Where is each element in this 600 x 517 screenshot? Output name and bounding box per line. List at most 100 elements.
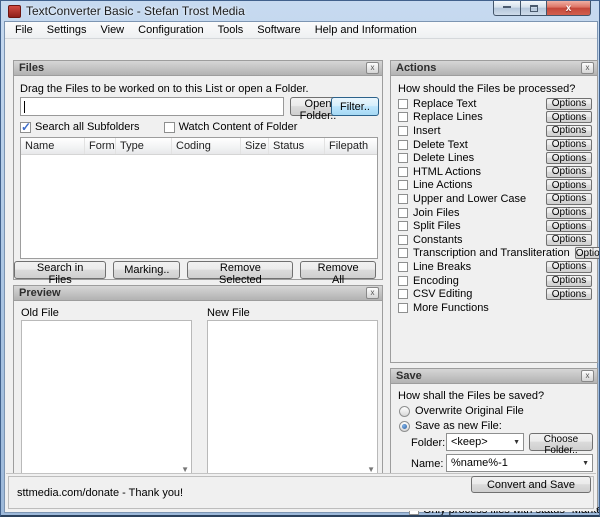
- actions-question: How should the Files be processed?: [398, 83, 576, 95]
- action-checkbox[interactable]: [398, 180, 408, 191]
- maximize-button[interactable]: [521, 1, 547, 16]
- action-row-delete-text: Delete Text Options: [398, 138, 592, 152]
- remove-all-button[interactable]: Remove All: [300, 261, 376, 286]
- files-panel: Files x Drag the Files to be worked on t…: [13, 60, 383, 286]
- remove-selected-button[interactable]: Remove Selected: [187, 261, 294, 286]
- action-checkbox[interactable]: [398, 302, 408, 313]
- options-button[interactable]: Options: [546, 111, 592, 124]
- search-subfolders-checkbox[interactable]: Search all Subfolders: [20, 120, 140, 134]
- menubar: File Settings View Configuration Tools S…: [5, 22, 597, 39]
- files-table[interactable]: Name Format Type Coding Size Status File…: [20, 137, 378, 259]
- action-row-split-files: Split Files Options: [398, 219, 592, 233]
- action-checkbox[interactable]: [398, 112, 408, 123]
- action-checkbox[interactable]: [398, 166, 408, 177]
- options-button[interactable]: Options: [546, 233, 592, 246]
- files-panel-title: Files: [19, 62, 45, 74]
- column-header-size[interactable]: Size: [241, 138, 269, 154]
- action-label: More Functions: [413, 301, 489, 314]
- preview-panel-header: Preview x: [14, 286, 382, 301]
- files-panel-close-icon[interactable]: x: [366, 62, 379, 74]
- old-file-textarea[interactable]: ▼: [21, 320, 192, 476]
- options-button[interactable]: Options: [574, 247, 599, 260]
- menu-view[interactable]: View: [93, 23, 131, 37]
- search-in-files-button[interactable]: Search in Files: [14, 261, 107, 286]
- action-checkbox[interactable]: [398, 234, 408, 245]
- action-checkbox[interactable]: [398, 221, 408, 232]
- options-button[interactable]: Options: [546, 274, 592, 287]
- action-checkbox[interactable]: [398, 289, 408, 300]
- watch-content-checkbox[interactable]: Watch Content of Folder: [163, 121, 297, 133]
- menu-tools[interactable]: Tools: [211, 23, 251, 37]
- files-instruction: Drag the Files to be worked on to this L…: [20, 83, 309, 95]
- action-row-delete-lines: Delete Lines Options: [398, 151, 592, 165]
- checkbox-icon: [20, 120, 31, 134]
- action-checkbox[interactable]: [398, 207, 408, 218]
- menu-software[interactable]: Software: [250, 23, 307, 37]
- action-label: Delete Text: [413, 138, 468, 151]
- menu-settings[interactable]: Settings: [40, 23, 94, 37]
- checkbox-icon: [163, 121, 175, 133]
- save-panel-close-icon[interactable]: x: [581, 370, 594, 382]
- options-button[interactable]: Options: [546, 206, 592, 219]
- action-label: Join Files: [413, 206, 460, 219]
- action-label: Line Breaks: [413, 260, 472, 273]
- action-checkbox[interactable]: [398, 193, 408, 204]
- action-row-more-functions: More Functions: [398, 301, 592, 315]
- preview-panel-close-icon[interactable]: x: [366, 287, 379, 299]
- action-row-replace-text: Replace Text Options: [398, 97, 592, 111]
- column-header-coding[interactable]: Coding: [172, 138, 241, 154]
- minimize-button[interactable]: [493, 1, 521, 16]
- minimize-icon: [503, 5, 511, 8]
- options-button[interactable]: Options: [546, 288, 592, 301]
- close-icon: x: [565, 2, 572, 14]
- column-header-filepath[interactable]: Filepath: [325, 138, 377, 154]
- folder-combobox[interactable]: <keep> ▼: [446, 433, 524, 451]
- choose-folder-button[interactable]: Choose Folder..: [529, 433, 593, 456]
- save-panel-header: Save x: [391, 369, 597, 384]
- options-button[interactable]: Options: [546, 220, 592, 233]
- marking-button[interactable]: Marking..: [113, 261, 181, 279]
- action-checkbox[interactable]: [398, 261, 408, 272]
- action-checkbox[interactable]: [398, 153, 408, 164]
- options-button[interactable]: Options: [546, 165, 592, 178]
- options-button[interactable]: Options: [546, 192, 592, 205]
- menu-help[interactable]: Help and Information: [308, 23, 424, 37]
- close-button[interactable]: x: [547, 1, 591, 16]
- overwrite-original-radio[interactable]: Overwrite Original File: [399, 405, 524, 417]
- folder-value: <keep>: [451, 436, 488, 448]
- save-as-new-label: Save as new File:: [415, 420, 502, 432]
- action-label: Replace Text: [413, 97, 477, 110]
- action-checkbox[interactable]: [398, 98, 408, 109]
- chevron-down-icon: ▼: [582, 460, 589, 467]
- action-checkbox[interactable]: [398, 125, 408, 136]
- app-window: TextConverter Basic - Stefan Trost Media…: [0, 0, 600, 517]
- save-as-new-radio[interactable]: Save as new File:: [399, 420, 502, 432]
- options-button[interactable]: Options: [546, 179, 592, 192]
- column-header-name[interactable]: Name: [21, 138, 85, 154]
- new-file-textarea[interactable]: ▼: [207, 320, 378, 476]
- files-panel-header: Files x: [14, 61, 382, 76]
- options-button[interactable]: Options: [546, 124, 592, 137]
- new-file-label: New File: [207, 307, 250, 319]
- name-combobox[interactable]: %name%-1 ▼: [446, 454, 593, 472]
- action-checkbox[interactable]: [398, 248, 408, 259]
- files-buttons: Search in Files Marking.. Remove Selecte…: [14, 261, 376, 286]
- action-checkbox[interactable]: [398, 275, 408, 286]
- column-header-format[interactable]: Format: [85, 138, 116, 154]
- options-button[interactable]: Options: [546, 138, 592, 151]
- actions-panel-title: Actions: [396, 62, 437, 74]
- column-header-type[interactable]: Type: [116, 138, 172, 154]
- options-button[interactable]: Options: [546, 260, 592, 273]
- menu-file[interactable]: File: [8, 23, 40, 37]
- convert-and-save-button[interactable]: Convert and Save: [471, 476, 591, 493]
- options-button[interactable]: Options: [546, 152, 592, 165]
- action-checkbox[interactable]: [398, 139, 408, 150]
- actions-panel-close-icon[interactable]: x: [581, 62, 594, 74]
- filter-button[interactable]: Filter..: [331, 97, 379, 116]
- column-header-status[interactable]: Status: [269, 138, 325, 154]
- folder-path-input[interactable]: [20, 97, 284, 116]
- menu-configuration[interactable]: Configuration: [131, 23, 210, 37]
- options-button[interactable]: Options: [546, 97, 592, 110]
- maximize-icon: [529, 4, 538, 12]
- action-label: Encoding: [413, 274, 459, 287]
